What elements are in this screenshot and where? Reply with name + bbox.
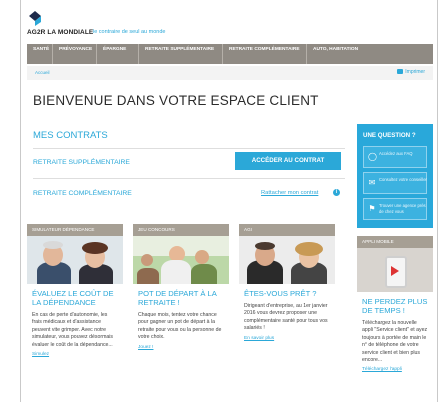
ag2r-logo-icon[interactable] (27, 10, 43, 26)
print-button[interactable]: Imprimer (397, 69, 425, 75)
card-text: Dirigeant d'entreprise, au 1er janvier 2… (244, 303, 328, 332)
breadcrumb-home-link[interactable]: Accueil (35, 70, 50, 75)
card-text: Téléchargez la nouvelle appli "Service c… (362, 320, 428, 364)
card-title[interactable]: ÊTES-VOUS PRÊT ? (239, 284, 335, 298)
person-hair (82, 242, 108, 254)
card-agi: AGI ÊTES-VOUS PRÊT ? Dirigeant d'entrepr… (239, 224, 335, 398)
nav-item-retraite-supplementaire[interactable]: RETRAITE SUPPLÉMENTAIRE (139, 44, 223, 64)
learn-more-link[interactable]: En savoir plus (239, 333, 335, 341)
browser-frame: AG2R LA MONDIALE le contraire de seul au… (20, 0, 438, 402)
nav-item-retraite-complementaire[interactable]: RETRAITE COMPLÉMENTAIRE (223, 44, 307, 64)
card-jeu-concours: JEU CONCOURS POT DE DÉPART À LA RETRAITE… (133, 224, 229, 398)
mobile-app-panel: APPLI MOBILE NE PERDEZ PLUS DE TEMPS ! T… (357, 236, 433, 398)
person-shape (191, 264, 217, 284)
simulate-link[interactable]: Simulez (27, 349, 123, 357)
person-hair (255, 242, 275, 250)
logo-text[interactable]: AG2R LA MONDIALE (27, 29, 93, 36)
info-icon[interactable]: i (333, 189, 340, 196)
chat-icon: ✉ (368, 178, 376, 187)
divider (33, 148, 345, 149)
play-link[interactable]: Jouez ! (133, 342, 229, 350)
contracts-panel: MES CONTRATS RETRAITE SUPPLÉMENTAIRE ACC… (27, 122, 349, 214)
agency-link-label: Trouver une agence près de chez vous (379, 203, 426, 214)
phone-photo (357, 248, 433, 292)
access-contract-button[interactable]: ACCÉDER AU CONTRAT (235, 152, 341, 170)
card-dependance: SIMULATEUR DÉPENDANCE ÉVALUEZ LE COÛT DE… (27, 224, 123, 398)
party-photo (133, 236, 229, 284)
contracts-title: MES CONTRATS (33, 130, 108, 141)
nav-item-auto-habitation[interactable]: AUTO, HABITATION (307, 44, 433, 64)
person-head (195, 250, 209, 264)
breadcrumb: Accueil Imprimer (27, 66, 433, 80)
divider (33, 178, 345, 179)
faq-link[interactable]: ◯ Accédez aux FAQ (363, 146, 427, 168)
attach-contract-link[interactable]: Rattacher mon contrat (261, 190, 318, 196)
card-text: Chaque mois, tentez votre chance pour ga… (138, 312, 222, 341)
advisor-link-label: Consultez votre conseiller (379, 177, 427, 182)
lightbulb-icon: ◯ (368, 152, 377, 161)
card-header: SIMULATEUR DÉPENDANCE (27, 224, 123, 236)
tagline: le contraire de seul au monde (93, 29, 166, 35)
faq-link-label: Accédez aux FAQ (379, 151, 413, 156)
printer-icon (397, 69, 404, 75)
card-title[interactable]: POT DE DÉPART À LA RETRAITE ! (133, 284, 229, 307)
person-head (141, 254, 153, 266)
person-shape (161, 260, 191, 284)
person-hair (295, 242, 323, 256)
main-nav: SANTÉ PRÉVOYANCE ÉPARGNE RETRAITE SUPPLÉ… (27, 44, 433, 64)
card-header: AGI (239, 224, 335, 236)
question-panel: UNE QUESTION ? ◯ Accédez aux FAQ ✉ Consu… (357, 124, 433, 228)
nav-item-sante[interactable]: SANTÉ (27, 44, 53, 64)
card-text: En cas de perte d'autonomie, les frais m… (32, 312, 114, 348)
nav-item-epargne[interactable]: ÉPARGNE (97, 44, 139, 64)
card-title[interactable]: NE PERDEZ PLUS DE TEMPS ! (357, 292, 433, 315)
site-header: AG2R LA MONDIALE le contraire de seul au… (21, 0, 437, 42)
card-title[interactable]: ÉVALUEZ LE COÛT DE LA DÉPENDANCE (27, 284, 123, 307)
contract-complementary-label[interactable]: RETRAITE COMPLÉMENTAIRE (33, 190, 132, 197)
business-photo (239, 236, 335, 284)
nav-item-prevoyance[interactable]: PRÉVOYANCE (53, 44, 97, 64)
person-hair (43, 241, 63, 249)
person-shape (137, 268, 159, 284)
print-label: Imprimer (405, 69, 425, 75)
contract-supplementary-label[interactable]: RETRAITE SUPPLÉMENTAIRE (33, 159, 130, 166)
play-icon (391, 266, 399, 276)
card-header: JEU CONCOURS (133, 224, 229, 236)
couple-photo (27, 236, 123, 284)
agency-link[interactable]: ⚑ Trouver une agence près de chez vous (363, 198, 427, 220)
question-title: UNE QUESTION ? (363, 132, 416, 139)
card-header: APPLI MOBILE (357, 236, 433, 248)
page-title: BIENVENUE DANS VOTRE ESPACE CLIENT (33, 93, 319, 108)
download-app-link[interactable]: Téléchargez l'appli (357, 364, 433, 372)
advisor-link[interactable]: ✉ Consultez votre conseiller (363, 172, 427, 194)
location-pin-icon: ⚑ (368, 204, 376, 213)
